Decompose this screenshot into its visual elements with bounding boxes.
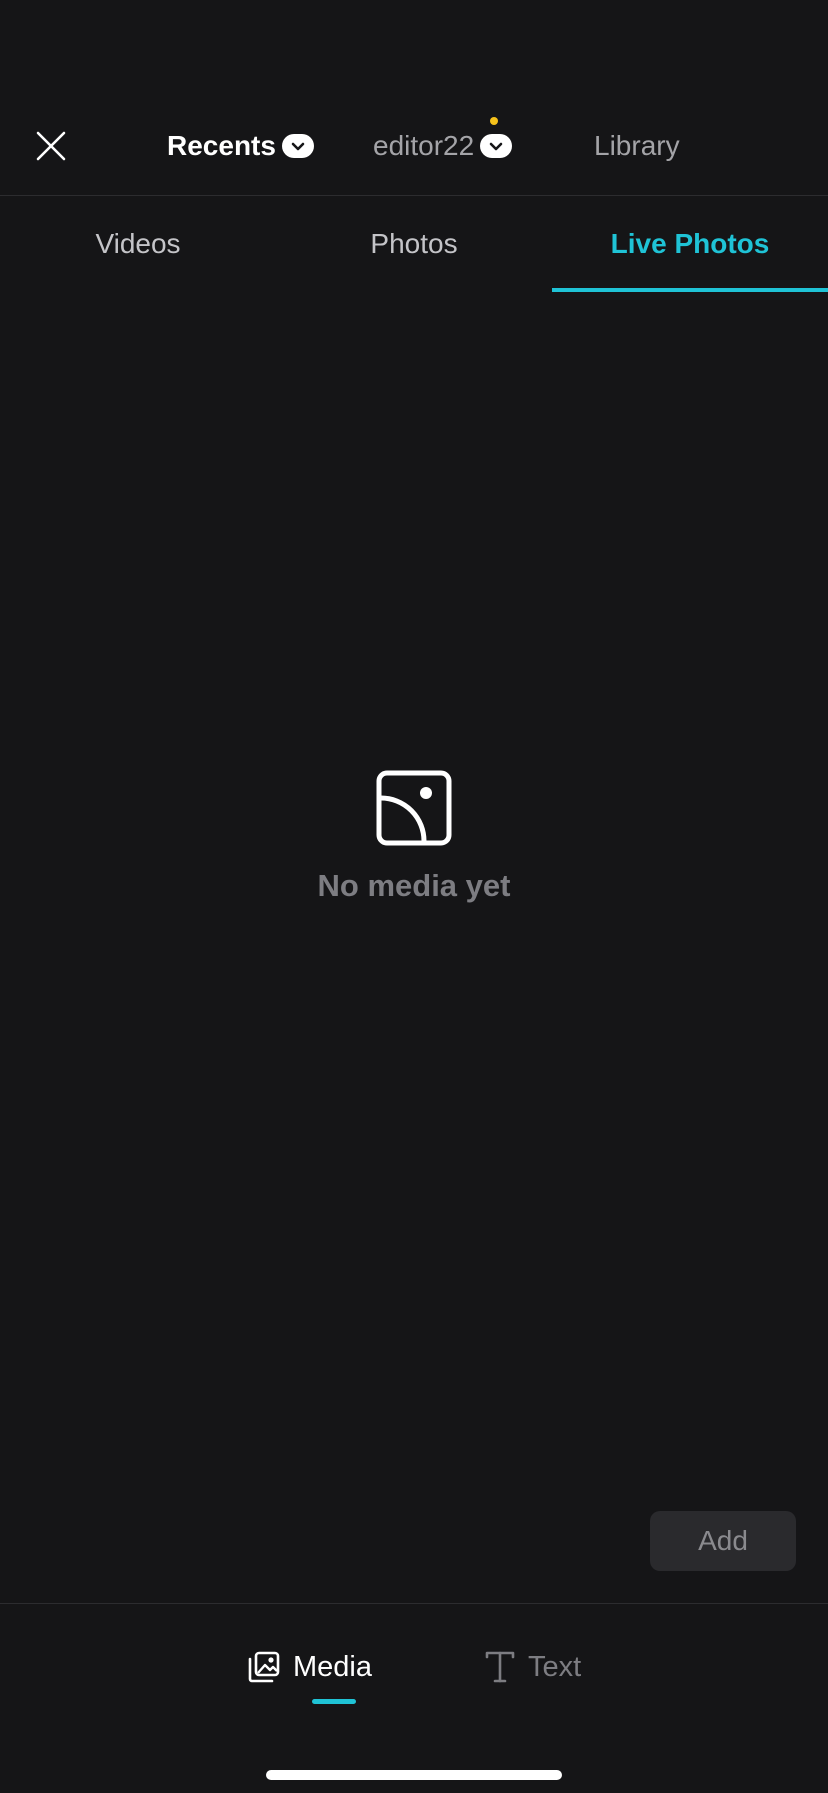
empty-state-message: No media yet — [317, 868, 511, 903]
image-placeholder-icon — [376, 770, 452, 846]
close-icon — [36, 131, 66, 161]
source-bar: Recents editor22 Library — [0, 100, 828, 196]
source-tab-library[interactable]: Library — [594, 126, 680, 166]
home-indicator[interactable] — [266, 1770, 562, 1780]
add-button[interactable]: Add — [650, 1511, 796, 1571]
bottom-tab-label: Media — [293, 1650, 372, 1683]
tab-label: Live Photos — [610, 228, 770, 259]
source-tab-label: Recents — [167, 130, 276, 161]
tab-label: Photos — [370, 228, 458, 259]
chevron-down-icon — [480, 134, 513, 158]
text-t-icon — [485, 1651, 515, 1683]
chevron-down-icon — [281, 134, 314, 158]
source-tab-label: Library — [594, 130, 680, 161]
tab-videos[interactable]: Videos — [0, 196, 276, 292]
tab-label: Videos — [95, 228, 181, 259]
active-bottom-tab-indicator — [312, 1699, 356, 1704]
notification-dot — [490, 117, 498, 125]
bottom-tab-media[interactable]: Media — [247, 1642, 372, 1692]
media-type-tabs: Videos Photos Live Photos — [0, 196, 828, 292]
bottom-tab-text[interactable]: Text — [484, 1642, 581, 1692]
tab-live-photos[interactable]: Live Photos — [552, 196, 828, 292]
empty-state: No media yet — [0, 770, 828, 904]
source-tab-recents[interactable]: Recents — [167, 126, 314, 166]
close-button[interactable] — [31, 126, 71, 166]
tab-photos[interactable]: Photos — [276, 196, 552, 292]
source-tab-label: editor22 — [373, 130, 475, 161]
media-gallery-icon — [248, 1651, 280, 1683]
bottom-tab-label: Text — [528, 1650, 582, 1683]
bottom-tab-bar: Media Text — [0, 1603, 828, 1793]
source-tab-editor22[interactable]: editor22 — [373, 117, 513, 166]
active-tab-indicator — [552, 288, 828, 292]
